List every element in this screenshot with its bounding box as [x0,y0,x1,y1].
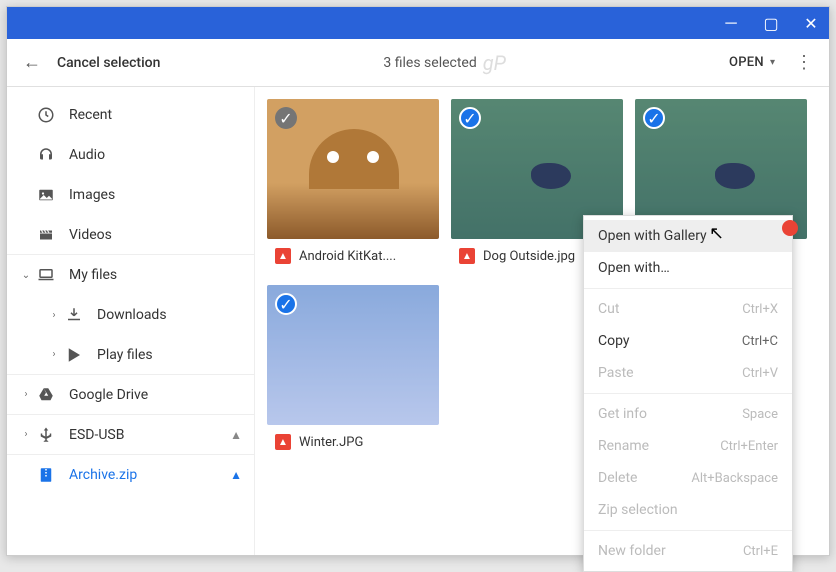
image-file-icon: ▲ [459,248,475,264]
sidebar-item-play-files[interactable]: › Play files [7,335,254,375]
menu-delete: Delete Alt+Backspace [584,462,792,494]
sidebar-item-archive[interactable]: Archive.zip ▲ [7,455,254,495]
sidebar-item-label: Play files [97,347,153,363]
play-icon [65,346,83,364]
sidebar-item-audio[interactable]: Audio [7,135,254,175]
menu-shortcut: Ctrl+Enter [720,439,778,454]
menu-separator [584,393,792,394]
menu-shortcut: Ctrl+V [742,366,778,381]
sidebar-item-label: Audio [69,147,105,163]
close-button[interactable]: ✕ [801,14,821,33]
select-checkbox[interactable]: ✓ [275,293,297,315]
menu-shortcut: Ctrl+C [742,334,778,349]
sidebar-item-label: Videos [69,227,112,243]
sidebar-item-label: ESD-USB [69,427,124,443]
clapper-icon [37,226,55,244]
file-name: Winter.JPG [299,435,363,450]
menu-zip-selection: Zip selection [584,494,792,526]
sidebar-item-label: Downloads [97,307,167,323]
sidebar-item-label: Images [69,187,115,203]
select-checkbox[interactable]: ✓ [275,107,297,129]
context-menu: Open with Gallery Open with… Cut Ctrl+X … [583,215,793,572]
sidebar-item-images[interactable]: Images [7,175,254,215]
headphones-icon [37,146,55,164]
menu-shortcut: Space [742,407,778,422]
menu-item-label: Paste [598,365,634,381]
menu-open-with[interactable]: Open with… [584,252,792,284]
toolbar: ← Cancel selection 3 files selected gP O… [7,39,829,87]
download-icon [65,306,83,324]
sidebar-item-esd-usb[interactable]: › ESD-USB ▲ [7,415,254,455]
menu-shortcut: Ctrl+X [742,302,778,317]
image-file-icon: ▲ [275,434,291,450]
menu-get-info: Get info Space [584,398,792,430]
app-badge-icon [782,220,798,236]
image-file-icon: ▲ [275,248,291,264]
sidebar-item-label: Archive.zip [69,467,137,483]
file-tile[interactable]: ✓ ▲ Winter.JPG [267,285,439,459]
minimize-button[interactable]: ─ [721,13,741,33]
sidebar-item-my-files[interactable]: ⌄ My files [7,255,254,295]
sidebar-item-label: My files [69,267,117,283]
selection-count: 3 files selected [383,55,476,71]
chevron-right-icon[interactable]: › [19,389,33,400]
sidebar-item-google-drive[interactable]: › Google Drive [7,375,254,415]
files-app-window: ─ ▢ ✕ ← Cancel selection 3 files selecte… [6,6,830,556]
menu-separator [584,530,792,531]
menu-shortcut: Alt+Backspace [691,471,778,486]
menu-item-label: Copy [598,333,630,349]
image-icon [37,186,55,204]
drive-icon [37,386,55,404]
file-tile[interactable]: ✓ ▲ Android KitKat.... [267,99,439,273]
toolbar-title[interactable]: Cancel selection [57,55,160,71]
titlebar: ─ ▢ ✕ [7,7,829,39]
select-checkbox[interactable]: ✓ [643,107,665,129]
menu-separator [584,288,792,289]
file-thumbnail[interactable]: ✓ [267,285,439,425]
file-thumbnail[interactable]: ✓ [267,99,439,239]
sidebar-item-videos[interactable]: Videos [7,215,254,255]
menu-item-label: Cut [598,301,619,317]
usb-icon [37,426,55,444]
eject-icon[interactable]: ▲ [230,468,242,482]
menu-item-label: Rename [598,438,649,454]
file-label: ▲ Winter.JPG [267,425,439,459]
menu-shortcut: Ctrl+E [743,544,778,559]
laptop-icon [37,266,55,284]
chevron-right-icon[interactable]: › [47,310,61,321]
menu-item-label: Get info [598,406,647,422]
sidebar: Recent Audio Images Videos ⌄ My files › … [7,87,255,555]
menu-item-label: Delete [598,470,637,486]
menu-paste: Paste Ctrl+V [584,357,792,389]
sidebar-item-label: Recent [69,107,112,123]
zip-icon [37,466,55,484]
sidebar-item-downloads[interactable]: › Downloads [7,295,254,335]
file-label: ▲ Android KitKat.... [267,239,439,273]
select-checkbox[interactable]: ✓ [459,107,481,129]
menu-item-label: New folder [598,543,666,559]
clock-icon [37,106,55,124]
menu-item-label: Zip selection [598,502,678,518]
back-icon[interactable]: ← [23,52,41,73]
menu-cut: Cut Ctrl+X [584,293,792,325]
sidebar-item-recent[interactable]: Recent [7,95,254,135]
file-name: Android KitKat.... [299,249,396,264]
eject-icon[interactable]: ▲ [230,428,242,442]
menu-open-with-gallery[interactable]: Open with Gallery [584,220,792,252]
chevron-down-icon[interactable]: ⌄ [19,270,33,281]
file-name: Dog Outside.jpg [483,249,575,264]
menu-item-label: Open with… [598,260,670,276]
open-button[interactable]: OPEN [729,55,764,70]
sidebar-item-label: Google Drive [69,387,148,403]
menu-rename: Rename Ctrl+Enter [584,430,792,462]
menu-copy[interactable]: Copy Ctrl+C [584,325,792,357]
menu-new-folder: New folder Ctrl+E [584,535,792,567]
maximize-button[interactable]: ▢ [761,14,781,33]
more-menu-icon[interactable]: ⋮ [795,52,813,73]
chevron-right-icon[interactable]: › [47,349,61,360]
watermark: gP [483,51,506,75]
menu-item-label: Open with Gallery [598,228,707,244]
chevron-right-icon[interactable]: › [19,429,33,440]
open-dropdown-icon[interactable]: ▾ [770,57,775,68]
